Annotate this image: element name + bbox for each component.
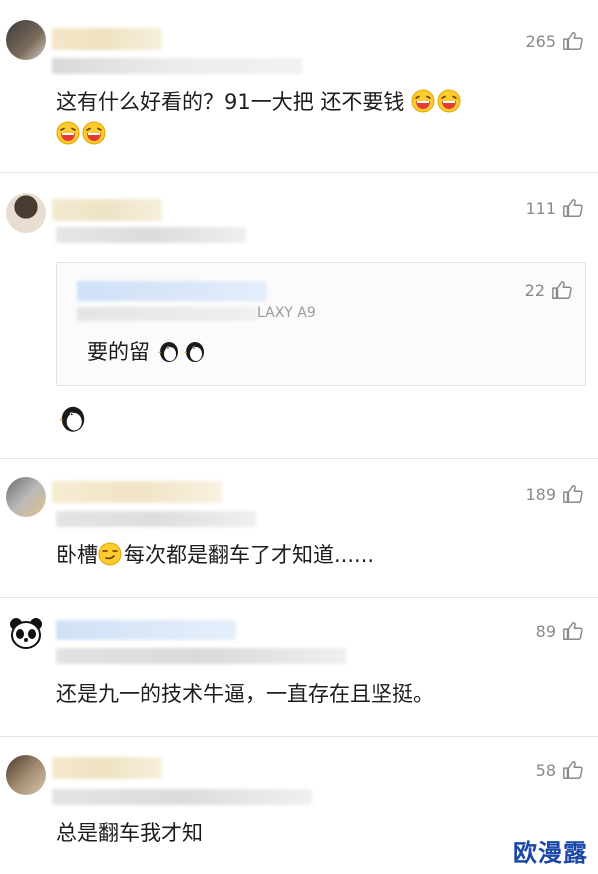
avatar[interactable] <box>6 614 46 654</box>
blurred-meta <box>52 58 302 74</box>
blurred-reply-username <box>77 281 267 301</box>
blurred-meta <box>56 511 256 527</box>
reply-box: LAXY A9 22 要的留 <box>56 262 586 386</box>
comment-text: 这有什么好看的？91一大把 还不要钱 <box>56 86 576 150</box>
like-button[interactable]: 58 <box>536 759 584 781</box>
comment-1: 265 这有什么好看的？91一大把 还不要钱 <box>0 0 598 172</box>
laughing-emoji-icon <box>411 89 435 113</box>
thumb-up-icon <box>563 32 583 50</box>
blurred-username <box>52 481 222 503</box>
like-count: 22 <box>524 280 545 300</box>
comment-text: 还是九一的技术牛逼，一直存在且坚挺。 <box>56 682 434 706</box>
avatar[interactable] <box>6 477 46 517</box>
like-count: 111 <box>525 198 556 218</box>
penguin-emoji-icon <box>59 406 85 432</box>
like-button[interactable]: 265 <box>525 30 584 52</box>
blurred-meta <box>56 227 246 243</box>
reply-meta-text: LAXY A9 <box>257 305 316 321</box>
penguin-emoji-icon <box>157 342 178 362</box>
like-button[interactable]: 89 <box>536 620 584 642</box>
comment-3: 189 卧槽 每次都是翻车了才知道...... <box>0 459 598 597</box>
avatar[interactable] <box>6 755 46 795</box>
comment-4: 89 还是九一的技术牛逼，一直存在且坚挺。 <box>0 598 598 736</box>
watermark-text: 欧漫露 <box>513 839 588 867</box>
penguin-emoji-icon <box>183 342 204 362</box>
reply-text: 要的留 <box>87 337 209 367</box>
smirk-emoji-icon <box>98 542 122 566</box>
avatar[interactable] <box>6 20 46 60</box>
thumb-up-icon <box>552 281 572 299</box>
blurred-username <box>52 757 162 779</box>
comment-text: 卧槽 每次都是翻车了才知道...... <box>56 542 375 567</box>
comment-5: 58 总是翻车我才知 <box>0 737 598 874</box>
blurred-username <box>56 620 236 640</box>
like-count: 265 <box>525 31 556 51</box>
blurred-username <box>52 199 162 221</box>
avatar[interactable] <box>6 193 46 233</box>
like-count: 189 <box>525 484 556 504</box>
like-button[interactable]: 189 <box>525 483 584 505</box>
thumb-up-icon <box>563 199 583 217</box>
blurred-username <box>52 28 162 50</box>
thumb-up-icon <box>563 622 583 640</box>
thumb-up-icon <box>563 761 583 779</box>
like-count: 89 <box>535 621 556 641</box>
thumb-up-icon <box>563 485 583 503</box>
comment-text: 总是翻车我才知 <box>56 821 203 845</box>
laughing-emoji-icon <box>56 121 80 145</box>
blurred-meta <box>52 789 312 805</box>
panda-icon <box>10 618 42 649</box>
laughing-emoji-icon <box>437 89 461 113</box>
like-button[interactable]: 111 <box>525 197 584 219</box>
reply-like-button[interactable]: 22 <box>525 279 573 301</box>
blurred-meta <box>56 648 346 664</box>
laughing-emoji-icon <box>82 121 106 145</box>
blurred-reply-meta <box>77 307 257 321</box>
like-count: 58 <box>535 760 556 780</box>
